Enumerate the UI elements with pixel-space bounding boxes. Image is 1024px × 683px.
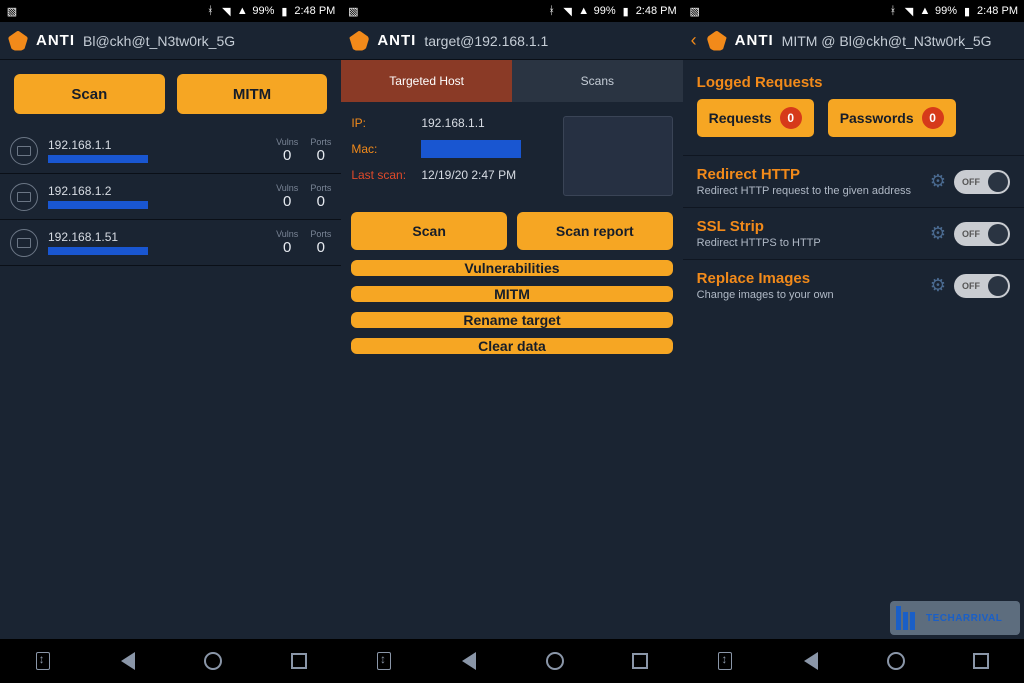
ip-value: 192.168.1.1 — [421, 116, 484, 130]
battery-icon: ▮ — [961, 5, 973, 17]
toggle-ssl-strip[interactable]: OFF — [954, 222, 1010, 246]
nav-bar — [683, 639, 1024, 683]
host-progress — [48, 201, 148, 209]
bluetooth-icon: ᚼ — [887, 5, 899, 17]
nav-recent-button[interactable] — [288, 650, 310, 672]
battery-text: 99% — [252, 5, 274, 17]
device-icon — [10, 229, 38, 257]
mac-label: Mac: — [351, 142, 421, 156]
back-icon[interactable]: ‹ — [691, 30, 697, 51]
mitm-button[interactable]: MITM — [177, 74, 328, 114]
rename-target-button[interactable]: Rename target — [351, 312, 672, 328]
host-ip: 192.168.1.51 — [48, 230, 266, 244]
bluetooth-icon: ᚼ — [204, 5, 216, 17]
gear-icon[interactable]: ⚙ — [930, 171, 946, 192]
wifi-icon: ◥ — [903, 5, 915, 17]
nav-recent-button[interactable] — [970, 650, 992, 672]
requests-badge: 0 — [780, 107, 802, 129]
requests-button[interactable]: Requests 0 — [697, 99, 814, 137]
setting-ssl-strip: SSL Strip Redirect HTTPS to HTTP ⚙ OFF — [683, 207, 1024, 259]
screen-network: ▧ ᚼ ◥ ▲ 99% ▮ 2:48 PM ANTI Bl@ckh@t_N3tw… — [0, 0, 341, 683]
nav-extra-button[interactable] — [714, 650, 736, 672]
clear-data-button[interactable]: Clear data — [351, 338, 672, 354]
wifi-icon: ◥ — [220, 5, 232, 17]
setting-redirect-http: Redirect HTTP Redirect HTTP request to t… — [683, 155, 1024, 207]
nav-back-button[interactable] — [117, 650, 139, 672]
app-logo-icon — [8, 31, 28, 51]
nav-bar — [0, 639, 341, 683]
signal-icon: ▲ — [236, 5, 248, 17]
signal-icon: ▲ — [578, 5, 590, 17]
status-bar: ▧ ᚼ ◥ ▲ 99% ▮ 2:48 PM — [341, 0, 682, 22]
status-bar: ▧ ᚼ ◥ ▲ 99% ▮ 2:48 PM — [683, 0, 1024, 22]
lastscan-value: 12/19/20 2:47 PM — [421, 168, 516, 182]
scan-button[interactable]: Scan — [351, 212, 507, 250]
host-row[interactable]: 192.168.1.51 Vulns0 Ports0 — [0, 220, 341, 266]
status-bar: ▧ ᚼ ◥ ▲ 99% ▮ 2:48 PM — [0, 0, 341, 22]
clock: 2:48 PM — [294, 5, 335, 17]
nav-back-button[interactable] — [458, 650, 480, 672]
app-logo-icon — [707, 31, 727, 51]
tabs: Targeted Host Scans — [341, 60, 682, 102]
nav-extra-button[interactable] — [373, 650, 395, 672]
nav-home-button[interactable] — [885, 650, 907, 672]
scan-button[interactable]: Scan — [14, 74, 165, 114]
scan-report-button[interactable]: Scan report — [517, 212, 673, 250]
network-name: Bl@ckh@t_N3tw0rk_5G — [83, 33, 333, 49]
signal-icon: ▲ — [919, 5, 931, 17]
screen-mitm: ▧ ᚼ ◥ ▲ 99% ▮ 2:48 PM ‹ ANTI MITM @ Bl@c… — [683, 0, 1024, 683]
passwords-badge: 0 — [922, 107, 944, 129]
mitm-button[interactable]: MITM — [351, 286, 672, 302]
ip-label: IP: — [351, 116, 421, 130]
passwords-button[interactable]: Passwords 0 — [828, 99, 956, 137]
nav-home-button[interactable] — [202, 650, 224, 672]
host-row[interactable]: 192.168.1.2 Vulns0 Ports0 — [0, 174, 341, 220]
tab-scans[interactable]: Scans — [512, 60, 683, 102]
host-ip: 192.168.1.1 — [48, 138, 266, 152]
nav-recent-button[interactable] — [629, 650, 651, 672]
app-logo-icon — [349, 31, 369, 51]
lastscan-label: Last scan: — [351, 168, 421, 182]
watermark-logo-icon — [896, 606, 920, 630]
gear-icon[interactable]: ⚙ — [930, 275, 946, 296]
mitm-subtitle: MITM @ Bl@ckh@t_N3tw0rk_5G — [782, 33, 1016, 49]
mac-value-redacted — [421, 140, 521, 158]
nav-back-button[interactable] — [800, 650, 822, 672]
toggle-redirect-http[interactable]: OFF — [954, 170, 1010, 194]
app-header: ANTI target@192.168.1.1 — [341, 22, 682, 60]
nav-extra-button[interactable] — [32, 650, 54, 672]
nav-home-button[interactable] — [544, 650, 566, 672]
host-progress — [48, 247, 148, 255]
host-progress — [48, 155, 148, 163]
watermark: TECHARRIVAL — [890, 601, 1020, 635]
tab-targeted-host[interactable]: Targeted Host — [341, 60, 512, 102]
vulnerabilities-button[interactable]: Vulnerabilities — [351, 260, 672, 276]
device-icon — [10, 183, 38, 211]
toggle-replace-images[interactable]: OFF — [954, 274, 1010, 298]
screenshot-icon: ▧ — [689, 5, 701, 17]
app-header: ‹ ANTI MITM @ Bl@ckh@t_N3tw0rk_5G — [683, 22, 1024, 60]
app-name: ANTI — [36, 32, 75, 49]
screen-target: ▧ ᚼ ◥ ▲ 99% ▮ 2:48 PM ANTI target@192.16… — [341, 0, 682, 683]
nav-bar — [341, 639, 682, 683]
host-row[interactable]: 192.168.1.1 Vulns0 Ports0 — [0, 128, 341, 174]
target-subtitle: target@192.168.1.1 — [424, 33, 674, 49]
device-thumbnail — [563, 116, 673, 196]
battery-icon: ▮ — [620, 5, 632, 17]
host-list: 192.168.1.1 Vulns0 Ports0 192.168.1.2 — [0, 128, 341, 266]
screenshot-icon: ▧ — [6, 5, 18, 17]
wifi-icon: ◥ — [562, 5, 574, 17]
logged-requests-title: Logged Requests — [683, 60, 1024, 99]
gear-icon[interactable]: ⚙ — [930, 223, 946, 244]
battery-icon: ▮ — [278, 5, 290, 17]
app-header: ANTI Bl@ckh@t_N3tw0rk_5G — [0, 22, 341, 60]
setting-replace-images: Replace Images Change images to your own… — [683, 259, 1024, 311]
screenshot-icon: ▧ — [347, 5, 359, 17]
host-ip: 192.168.1.2 — [48, 184, 266, 198]
device-icon — [10, 137, 38, 165]
bluetooth-icon: ᚼ — [546, 5, 558, 17]
